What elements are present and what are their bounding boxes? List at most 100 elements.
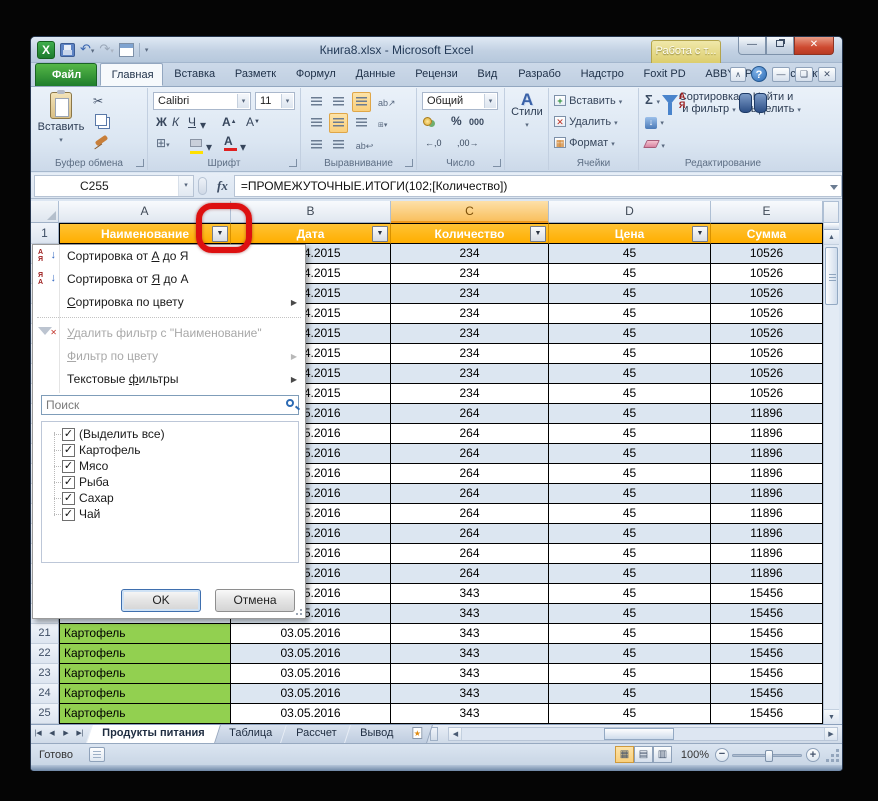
checkbox-checked-icon[interactable]: ✓ [62,460,75,473]
sheet-tab[interactable]: Вывод [344,725,409,743]
close-button[interactable]: ✕ [794,37,834,55]
cell-qty[interactable]: 264 [391,444,549,464]
cell-sum[interactable]: 11896 [711,564,823,584]
scrollbar-split-handle[interactable] [824,223,839,230]
align-middle-icon[interactable] [329,92,348,112]
styles-button[interactable]: А Стили▾ [507,94,547,132]
fill-color-icon[interactable] [190,136,203,154]
horizontal-scrollbar[interactable]: ◀ ▶ [448,727,838,741]
cell-sum[interactable]: 10526 [711,284,823,304]
name-box[interactable]: C255▾ [34,175,194,197]
undo-icon[interactable]: ↶▾ [80,40,94,61]
zoom-level-label[interactable]: 100% [681,744,709,766]
clipboard-dialog-launcher[interactable] [136,159,144,167]
cell-sum[interactable]: 10526 [711,364,823,384]
menu-item[interactable]: Удалить фильтр с "Наименование" ▶ [33,322,305,345]
cell-qty[interactable]: 343 [391,644,549,664]
sheet-tab[interactable]: Рассчет [280,725,352,743]
search-icon[interactable] [286,399,294,407]
vertical-split-box[interactable] [823,201,839,223]
cell-qty[interactable]: 264 [391,544,549,564]
cell-price[interactable]: 45 [549,624,711,644]
cell-name[interactable]: Картофель [59,644,231,664]
tab-split-handle[interactable] [430,727,438,741]
checkbox-checked-icon[interactable]: ✓ [62,492,75,505]
cell-price[interactable]: 45 [549,264,711,284]
prev-sheet-icon[interactable]: ◀ [45,725,59,743]
filter-value-item[interactable]: ✓ Чай [46,506,298,522]
ribbon-tab[interactable]: Вид [466,63,507,86]
filter-search-input[interactable] [41,395,299,415]
underline-button[interactable]: Ч [188,115,196,129]
cell-name[interactable]: Картофель [59,704,231,724]
ribbon-tab[interactable]: Рецензи [404,63,466,86]
cell-qty[interactable]: 264 [391,564,549,584]
cell-qty[interactable]: 343 [391,604,549,624]
font-color-dropdown-icon[interactable]: ▾ [240,140,246,154]
cell-qty[interactable]: 343 [391,664,549,684]
cell-price[interactable]: 45 [549,464,711,484]
checkbox-checked-icon[interactable]: ✓ [62,444,75,457]
format-painter-icon[interactable] [95,135,109,147]
font-dialog-launcher[interactable] [289,159,297,167]
cell-sum[interactable]: 15456 [711,684,823,704]
cell-price[interactable]: 45 [549,484,711,504]
cell-qty[interactable]: 264 [391,524,549,544]
merge-center-icon[interactable]: ⊞▾ [374,116,391,136]
save-icon[interactable] [60,43,75,57]
cell-sum[interactable]: 10526 [711,324,823,344]
ok-button[interactable]: OK [121,589,201,612]
macro-record-icon[interactable] [89,747,105,762]
delete-cells-button[interactable]: ✕ Удалить ▾ [554,115,618,131]
menu-item[interactable]: Сортировка от Я до А ▶ [33,268,305,291]
first-sheet-icon[interactable]: |◀ [31,725,45,743]
menu-item[interactable]: Фильтр по цвету ▶ [33,345,305,368]
cell-price[interactable]: 45 [549,564,711,584]
cell-qty[interactable]: 264 [391,404,549,424]
zoom-out-icon[interactable]: − [715,748,729,762]
ribbon-tab[interactable]: Foxit PD [632,63,694,86]
filter-button-qty[interactable]: ▼ [530,226,546,242]
align-right-icon[interactable] [352,113,371,133]
qat-customize-icon[interactable]: ▾ [145,46,149,54]
cell-price[interactable]: 45 [549,544,711,564]
align-center-icon[interactable] [329,113,348,133]
cell-price[interactable]: 45 [549,244,711,264]
workbook-close-button[interactable]: ✕ [818,67,836,82]
sheet-tab[interactable]: Таблица [213,725,288,743]
decrease-indent-icon[interactable] [307,135,326,155]
cell-price[interactable]: 45 [549,364,711,384]
vertical-scrollbar[interactable]: ▲ ▼ [823,223,839,724]
column-header-d[interactable]: D [549,201,711,223]
ribbon-tab[interactable]: Формул [285,63,345,86]
cell-sum[interactable]: 11896 [711,424,823,444]
cell-qty[interactable]: 264 [391,464,549,484]
currency-format-icon[interactable] [423,117,432,126]
cell-date[interactable]: 03.05.2016 [231,624,391,644]
shrink-font-button[interactable]: А▼ [246,115,260,129]
align-left-icon[interactable] [307,113,326,133]
cell-date[interactable]: 03.05.2016 [231,644,391,664]
cell-qty[interactable]: 343 [391,684,549,704]
cell-qty[interactable]: 343 [391,624,549,644]
autosum-icon[interactable]: Σ ▾ [645,93,660,110]
cell-qty[interactable]: 234 [391,324,549,344]
underline-dropdown-icon[interactable]: ▾ [200,118,206,132]
cell-price[interactable]: 45 [549,404,711,424]
row-header[interactable]: 22 [31,644,59,664]
menu-item[interactable]: Сортировка от А до Я ▶ [33,245,305,268]
cell-sum[interactable]: 10526 [711,384,823,404]
ribbon-tab[interactable]: Разрабо [507,63,569,86]
table-header-price[interactable]: Цена ▼ [549,223,711,244]
filter-button-date[interactable]: ▼ [372,226,388,242]
column-header-b[interactable]: B [231,201,391,223]
number-format-select[interactable]: Общий▾ [422,92,498,110]
cell-qty[interactable]: 234 [391,264,549,284]
workbook-restore-button[interactable]: ❏ [795,67,813,82]
paste-button[interactable]: Вставить▾ [37,92,85,147]
cell-qty[interactable]: 234 [391,304,549,324]
cell-price[interactable]: 45 [549,704,711,724]
restore-button[interactable] [766,37,794,55]
ribbon-tab[interactable]: Вставка [163,63,224,86]
cell-sum[interactable]: 11896 [711,544,823,564]
